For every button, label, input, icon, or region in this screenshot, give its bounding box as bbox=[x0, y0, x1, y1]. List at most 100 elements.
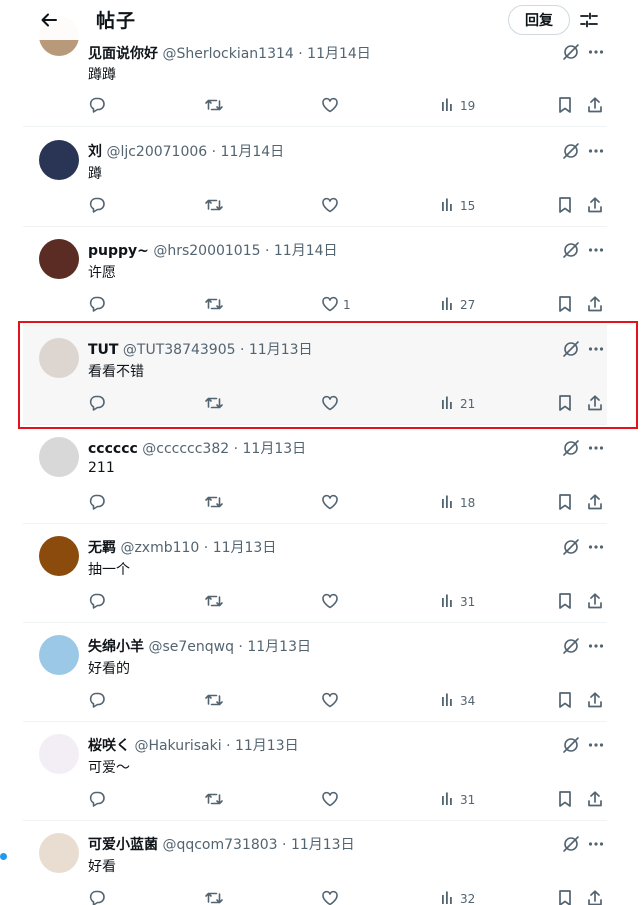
reply-action[interactable] bbox=[88, 592, 106, 612]
grok-icon[interactable] bbox=[561, 636, 581, 656]
avatar[interactable] bbox=[39, 239, 79, 279]
views-action[interactable]: 21 bbox=[440, 394, 475, 414]
reply-action[interactable] bbox=[88, 889, 106, 905]
share-action[interactable] bbox=[586, 196, 604, 216]
grok-icon[interactable] bbox=[561, 834, 581, 854]
bookmark-action[interactable] bbox=[557, 295, 573, 315]
avatar[interactable] bbox=[39, 833, 79, 873]
reply-post[interactable]: 见面说你好 @Sherlockian1314 · 11月14日 蹲蹲 19 bbox=[23, 16, 607, 127]
repost-action[interactable] bbox=[204, 394, 224, 414]
repost-action[interactable] bbox=[204, 295, 224, 315]
post-date[interactable]: 11月14日 bbox=[274, 243, 338, 259]
post-date[interactable]: 11月14日 bbox=[221, 144, 285, 160]
avatar[interactable] bbox=[39, 536, 79, 576]
like-action[interactable] bbox=[321, 592, 343, 612]
views-action[interactable]: 18 bbox=[440, 493, 475, 513]
more-icon[interactable] bbox=[586, 735, 606, 755]
more-icon[interactable] bbox=[586, 240, 606, 260]
more-icon[interactable] bbox=[586, 834, 606, 854]
reply-post[interactable]: 可爱小蓝菌 @qqcom731803 · 11月13日 好看 32 bbox=[23, 821, 607, 905]
repost-action[interactable] bbox=[204, 493, 224, 513]
repost-action[interactable] bbox=[204, 96, 224, 116]
more-icon[interactable] bbox=[586, 42, 606, 62]
avatar[interactable] bbox=[39, 140, 79, 180]
display-name[interactable]: TUT bbox=[88, 342, 118, 358]
repost-action[interactable] bbox=[204, 691, 224, 711]
back-arrow-icon[interactable] bbox=[36, 8, 62, 32]
display-name[interactable]: 桜咲く bbox=[88, 738, 130, 754]
reply-post[interactable]: 桜咲く @Hakurisaki · 11月13日 可爱～ 31 bbox=[23, 722, 607, 821]
display-name[interactable]: cccccc bbox=[88, 441, 138, 457]
grok-icon[interactable] bbox=[561, 240, 581, 260]
bookmark-action[interactable] bbox=[557, 691, 573, 711]
post-date[interactable]: 11月13日 bbox=[291, 837, 355, 853]
views-action[interactable]: 19 bbox=[440, 96, 475, 116]
grok-icon[interactable] bbox=[561, 537, 581, 557]
reply-action[interactable] bbox=[88, 295, 106, 315]
bookmark-action[interactable] bbox=[557, 889, 573, 905]
display-name[interactable]: 可爱小蓝菌 bbox=[88, 837, 158, 853]
grok-icon[interactable] bbox=[561, 42, 581, 62]
post-date[interactable]: 11月13日 bbox=[247, 639, 311, 655]
post-date[interactable]: 11月13日 bbox=[243, 441, 307, 457]
reply-post[interactable]: puppy~ @hrs20001015 · 11月14日 许愿 1 27 bbox=[23, 227, 607, 326]
like-action[interactable] bbox=[321, 394, 343, 414]
more-icon[interactable] bbox=[586, 537, 606, 557]
reply-action[interactable] bbox=[88, 691, 106, 711]
user-handle[interactable]: @Hakurisaki bbox=[134, 738, 221, 754]
like-action[interactable] bbox=[321, 196, 343, 216]
reply-post[interactable]: TUT @TUT38743905 · 11月13日 看看不错 21 bbox=[23, 326, 607, 425]
bookmark-action[interactable] bbox=[557, 394, 573, 414]
avatar[interactable] bbox=[39, 437, 79, 477]
grok-icon[interactable] bbox=[561, 339, 581, 359]
reply-action[interactable] bbox=[88, 196, 106, 216]
share-action[interactable] bbox=[586, 96, 604, 116]
share-action[interactable] bbox=[586, 889, 604, 905]
user-handle[interactable]: @hrs20001015 bbox=[153, 243, 260, 259]
grok-icon[interactable] bbox=[561, 141, 581, 161]
share-action[interactable] bbox=[586, 790, 604, 810]
post-date[interactable]: 11月14日 bbox=[307, 46, 371, 62]
share-action[interactable] bbox=[586, 592, 604, 612]
like-action[interactable] bbox=[321, 691, 343, 711]
views-action[interactable]: 34 bbox=[440, 691, 475, 711]
avatar[interactable] bbox=[39, 734, 79, 774]
user-handle[interactable]: @ljc20071006 bbox=[106, 144, 207, 160]
avatar[interactable] bbox=[39, 635, 79, 675]
views-action[interactable]: 31 bbox=[440, 790, 475, 810]
like-action[interactable] bbox=[321, 96, 343, 116]
avatar[interactable] bbox=[39, 338, 79, 378]
post-date[interactable]: 11月13日 bbox=[235, 738, 299, 754]
display-name[interactable]: puppy~ bbox=[88, 243, 149, 259]
post-date[interactable]: 11月13日 bbox=[213, 540, 277, 556]
reply-post[interactable]: 失绵小羊 @se7enqwq · 11月13日 好看的 34 bbox=[23, 623, 607, 722]
more-icon[interactable] bbox=[586, 141, 606, 161]
bookmark-action[interactable] bbox=[557, 790, 573, 810]
grok-icon[interactable] bbox=[561, 438, 581, 458]
reply-post[interactable]: 刘 @ljc20071006 · 11月14日蹲 15 bbox=[23, 128, 607, 227]
repost-action[interactable] bbox=[204, 790, 224, 810]
bookmark-action[interactable] bbox=[557, 592, 573, 612]
display-name[interactable]: 刘 bbox=[88, 144, 102, 160]
user-handle[interactable]: @qqcom731803 bbox=[162, 837, 277, 853]
bookmark-action[interactable] bbox=[557, 196, 573, 216]
reply-action[interactable] bbox=[88, 96, 106, 116]
more-icon[interactable] bbox=[586, 636, 606, 656]
repost-action[interactable] bbox=[204, 196, 224, 216]
sliders-icon[interactable] bbox=[576, 8, 602, 32]
user-handle[interactable]: @Sherlockian1314 bbox=[162, 46, 293, 62]
like-action[interactable] bbox=[321, 493, 343, 513]
share-action[interactable] bbox=[586, 691, 604, 711]
like-action[interactable] bbox=[321, 790, 343, 810]
display-name[interactable]: 见面说你好 bbox=[88, 46, 158, 62]
views-action[interactable]: 31 bbox=[440, 592, 475, 612]
reply-action[interactable] bbox=[88, 493, 106, 513]
display-name[interactable]: 失绵小羊 bbox=[88, 639, 144, 655]
post-date[interactable]: 11月13日 bbox=[249, 342, 313, 358]
reply-post[interactable]: cccccc @cccccc382 · 11月13日 211 18 bbox=[23, 425, 607, 524]
share-action[interactable] bbox=[586, 295, 604, 315]
reply-action[interactable] bbox=[88, 790, 106, 810]
user-handle[interactable]: @TUT38743905 bbox=[123, 342, 236, 358]
bookmark-action[interactable] bbox=[557, 96, 573, 116]
grok-icon[interactable] bbox=[561, 735, 581, 755]
